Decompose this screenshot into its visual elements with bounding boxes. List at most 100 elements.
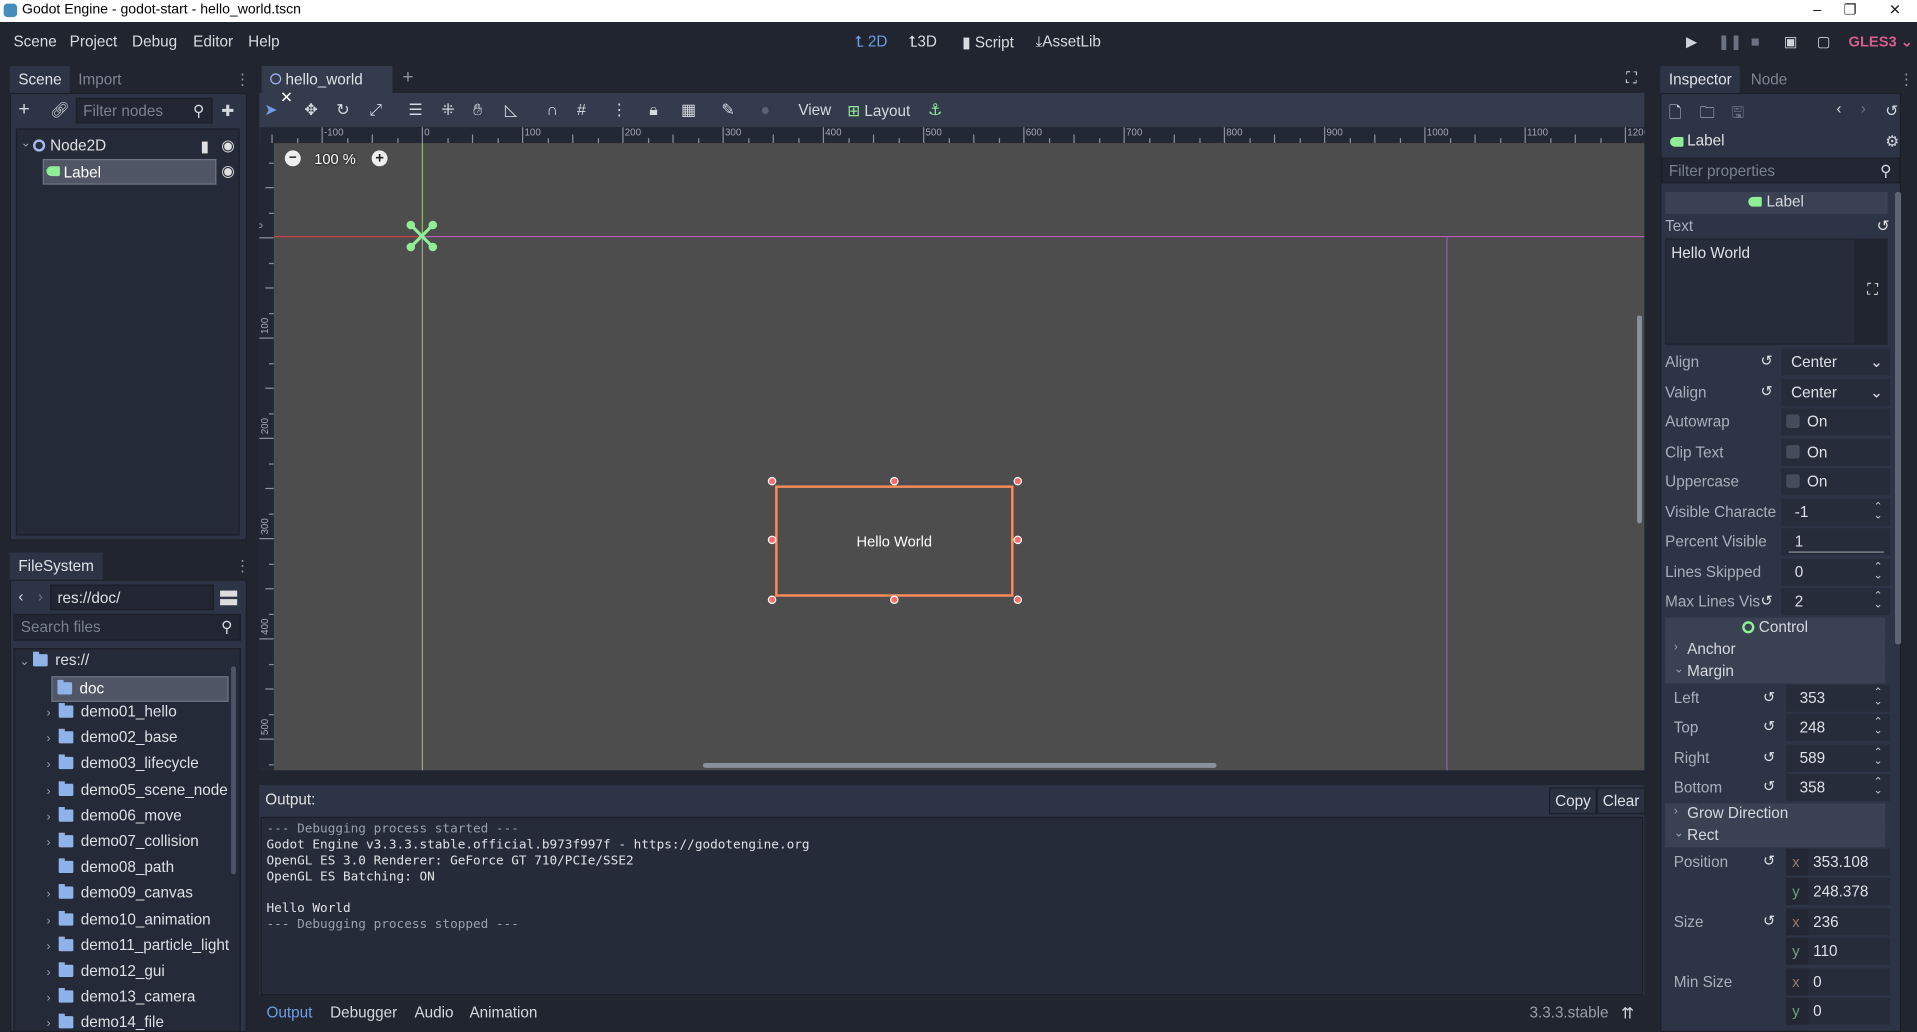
position-x-field[interactable]: x 353.108 — [1786, 847, 1891, 875]
expand-arrow-icon[interactable]: › — [46, 992, 58, 1005]
expand-arrow-icon[interactable]: › — [46, 1018, 58, 1031]
renderer-select[interactable]: GLES3 ⌄ — [1849, 33, 1914, 50]
expand-arrow-icon[interactable]: › — [46, 707, 58, 720]
spin-arrows-icon[interactable]: ⌃ ⌄ — [1874, 590, 1883, 610]
workspace-2d-button[interactable]: ⮤ 2D — [855, 33, 888, 51]
dock-menu-icon[interactable]: ⋮ — [235, 556, 250, 575]
collapse-arrow-icon[interactable]: ⌄ — [21, 137, 31, 150]
script-icon[interactable]: ▮ — [201, 137, 209, 155]
history-forward-icon[interactable]: › — [1861, 100, 1866, 117]
maximize-button[interactable]: ❐ — [1844, 1, 1857, 18]
expand-arrow-icon[interactable]: › — [46, 759, 58, 772]
play-custom-scene-button[interactable]: ▢ — [1817, 33, 1831, 50]
axis-y-y-field[interactable]: y 248.378 — [1786, 877, 1891, 905]
search-files-input[interactable]: Search files ⚲ — [13, 613, 241, 641]
slider-track[interactable] — [1788, 551, 1884, 553]
revert-icon[interactable]: ↺ — [1763, 912, 1775, 929]
snap-toggle-icon[interactable]: ∩ — [546, 100, 557, 118]
resize-handle-bottom-left[interactable] — [767, 594, 776, 604]
open-folder-icon[interactable]: 🗀︎ — [1699, 101, 1714, 127]
file-tree-folder[interactable]: › demo02_base — [46, 728, 178, 755]
list-select-icon[interactable]: ☰ — [408, 100, 422, 120]
tab-filesystem[interactable]: FileSystem — [9, 552, 103, 580]
group-icon[interactable]: ▦ — [681, 100, 696, 120]
instance-link-icon[interactable]: 🔗︎ — [50, 101, 69, 119]
close-window-button[interactable]: ✕ — [1889, 1, 1901, 18]
menu-project[interactable]: Project — [70, 33, 118, 50]
tab-import[interactable]: Import — [70, 66, 130, 93]
select-tool-icon[interactable]: ➤ — [264, 100, 277, 120]
workspace-3d-button[interactable]: ⮤3D — [908, 33, 937, 51]
menu-help[interactable]: Help — [248, 33, 279, 50]
stop-button[interactable]: ■ — [1751, 33, 1760, 50]
file-tree-folder[interactable]: › demo05_scene_node — [46, 780, 228, 807]
tab-hello-world[interactable]: hello_world ✕ — [261, 66, 393, 106]
file-tree-root[interactable]: ⌄ res:// — [20, 651, 89, 678]
attach-script-icon[interactable]: ✚ — [221, 101, 234, 120]
dock-menu-icon[interactable]: ⋮ — [1899, 70, 1914, 88]
file-tree-folder[interactable]: › demo14_file — [46, 1014, 164, 1031]
top-spinbox[interactable]: 248 ⌃ ⌄ — [1786, 714, 1891, 741]
lines-skipped-spinbox[interactable]: 0 ⌃ ⌄ — [1781, 558, 1891, 586]
file-tree-folder[interactable]: › demo10_animation — [46, 910, 211, 936]
filter-nodes-input[interactable]: Filter nodes ⚲ — [75, 97, 213, 124]
align-dropdown[interactable]: Center ⌄ — [1781, 348, 1891, 376]
spin-arrows-icon[interactable]: ⌃ ⌄ — [1874, 716, 1883, 736]
axis-y-y-field[interactable]: y 110 — [1786, 937, 1891, 965]
file-tree-doc[interactable]: doc — [51, 676, 229, 702]
spin-arrows-icon[interactable]: ⌃ ⌄ — [1874, 686, 1883, 706]
expand-arrow-icon[interactable]: › — [46, 785, 58, 798]
revert-icon[interactable]: ↺ — [1761, 592, 1773, 609]
autowrap-checkbox[interactable]: On — [1781, 408, 1891, 436]
grid-snap-icon[interactable]: # — [577, 100, 586, 118]
resize-handle-top[interactable] — [889, 476, 898, 485]
resize-handle-top-left[interactable] — [767, 476, 776, 485]
bottom-tab-output[interactable]: Output — [267, 1004, 313, 1021]
pause-button[interactable]: ❚❚ — [1718, 33, 1743, 50]
resize-handle-top-right[interactable] — [1012, 476, 1022, 485]
copy-button[interactable]: Copy — [1549, 787, 1597, 815]
section-margin[interactable]: ⌄ Margin — [1665, 660, 1886, 683]
file-tree-folder[interactable]: › demo07_collision — [46, 833, 198, 859]
revert-icon[interactable]: ↺ — [1761, 382, 1773, 399]
tree-node-label[interactable]: Label — [42, 158, 217, 185]
bottom-tab-debugger[interactable]: Debugger — [330, 1004, 397, 1021]
filter-properties-input[interactable]: Filter properties ⚲ — [1661, 157, 1900, 184]
minimize-button[interactable]: – — [1813, 1, 1821, 18]
revert-icon[interactable]: ↺ — [1877, 216, 1890, 235]
camera-override-icon[interactable]: ● — [760, 100, 770, 118]
zoom-in-button[interactable]: + — [371, 150, 388, 167]
add-node-icon[interactable]: + — [18, 99, 29, 121]
view-menu[interactable]: View — [798, 101, 831, 118]
split-mode-icon[interactable] — [220, 590, 238, 606]
history-back-icon[interactable]: ‹ — [1836, 100, 1841, 117]
workspace-script-button[interactable]: ▮ Script — [962, 33, 1014, 51]
resize-handle-bottom-right[interactable] — [1012, 594, 1022, 604]
workspace-assetlib-button[interactable]: ⤓AssetLib — [1036, 33, 1101, 51]
file-tree-folder[interactable]: › demo09_canvas — [46, 884, 193, 911]
save-icon[interactable]: 🖫︎ — [1731, 101, 1744, 127]
play-button[interactable]: ▶ — [1686, 33, 1697, 50]
path-input[interactable]: res://doc/ — [50, 584, 214, 611]
zoom-level[interactable]: 100 % — [314, 150, 356, 167]
revert-icon[interactable]: ↺ — [1763, 688, 1775, 705]
left-spinbox[interactable]: 353 ⌃ ⌄ — [1786, 684, 1891, 712]
scale-tool-icon[interactable]: ⤢ — [369, 100, 382, 120]
pan-tool-icon[interactable]: ✋︎ — [473, 100, 482, 120]
visible-characte-spinbox[interactable]: -1 ⌃ ⌄ — [1781, 498, 1891, 526]
bottom-spinbox[interactable]: 358 ⌃ ⌄ — [1786, 774, 1891, 801]
bone-icon[interactable]: ✎ — [721, 100, 734, 120]
expand-arrow-icon[interactable]: › — [46, 733, 58, 746]
tree-node-node2d[interactable]: ⌄ Node2D ▮ ◉ — [20, 136, 238, 158]
horizontal-scrollbar[interactable] — [702, 762, 1217, 768]
new-tab-icon[interactable]: + — [402, 67, 413, 89]
object-tools-icon[interactable]: ⚙ — [1885, 132, 1899, 150]
section-rect[interactable]: ⌄ Rect — [1665, 824, 1886, 847]
visibility-eye-icon[interactable]: ◉ — [221, 136, 234, 154]
expand-arrow-icon[interactable]: › — [46, 940, 58, 953]
revert-icon[interactable]: ↺ — [1763, 852, 1775, 869]
play-scene-button[interactable]: ▣ — [1784, 33, 1798, 50]
axis-y-y-field[interactable]: y0 — [1786, 997, 1891, 1025]
file-tree-folder[interactable]: › demo12_gui — [46, 962, 165, 988]
valign-dropdown[interactable]: Center ⌄ — [1781, 378, 1891, 406]
